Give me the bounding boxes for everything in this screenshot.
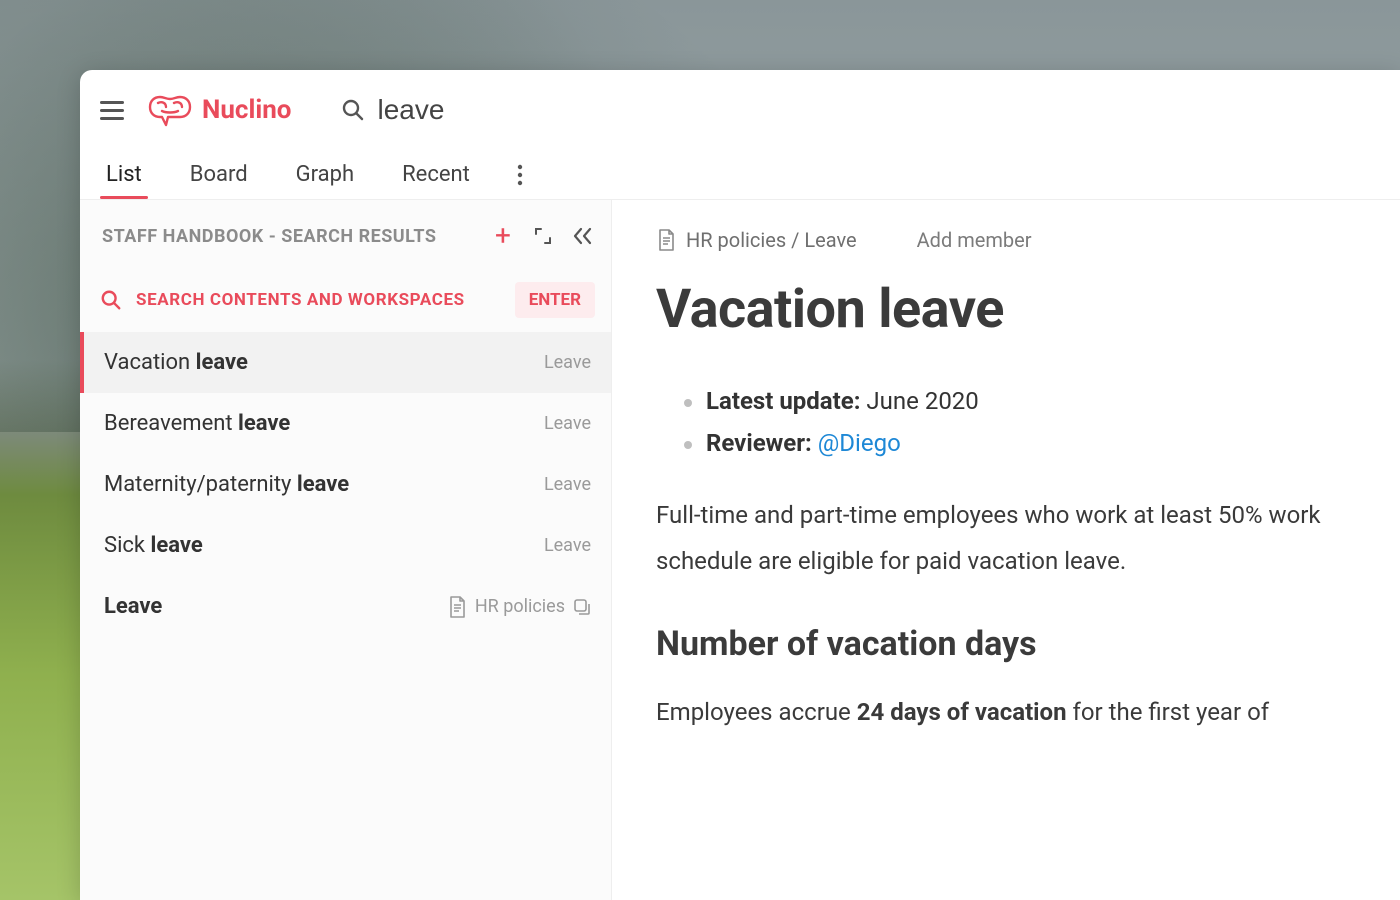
search-result-item[interactable]: Vacation leave Leave xyxy=(80,332,611,393)
topbar: Nuclino xyxy=(80,70,1400,150)
collapse-sidebar-icon[interactable] xyxy=(571,224,595,248)
document-header-row: HR policies / Leave Add member xyxy=(656,228,1400,252)
document-icon xyxy=(447,596,467,618)
user-mention[interactable]: @Diego xyxy=(818,429,901,457)
result-category: Leave xyxy=(544,474,591,495)
search-icon[interactable] xyxy=(341,98,365,122)
search-result-item[interactable]: Leave HR policies xyxy=(80,576,611,637)
search-result-item[interactable]: Sick leave Leave xyxy=(80,515,611,576)
result-title: Leave xyxy=(104,594,447,619)
tab-graph[interactable]: Graph xyxy=(294,152,356,197)
tab-recent[interactable]: Recent xyxy=(400,152,472,197)
view-tabs: List Board Graph Recent xyxy=(80,150,1400,200)
result-title: Bereavement leave xyxy=(104,411,544,436)
hamburger-menu-icon[interactable] xyxy=(100,96,128,124)
tab-board[interactable]: Board xyxy=(188,152,250,197)
section-heading: Number of vacation days xyxy=(656,624,1400,664)
search-icon xyxy=(100,289,122,311)
brand-name: Nuclino xyxy=(202,95,291,125)
page-title: Vacation leave xyxy=(656,278,1400,341)
search-input[interactable] xyxy=(377,94,677,126)
meta-latest-update: Latest update: June 2020 xyxy=(684,387,1400,415)
brand-logo-link[interactable]: Nuclino xyxy=(148,93,291,127)
document-icon xyxy=(656,229,676,251)
app-window: Nuclino List Board Graph Recent STAFF HA… xyxy=(80,70,1400,900)
add-item-button[interactable]: + xyxy=(491,222,515,250)
result-category: HR policies xyxy=(447,596,591,618)
search-result-item[interactable]: Bereavement leave Leave xyxy=(80,393,611,454)
breadcrumb[interactable]: HR policies / Leave xyxy=(656,228,857,252)
search-all-label: SEARCH CONTENTS AND WORKSPACES xyxy=(136,290,501,310)
sidebar-header: STAFF HANDBOOK - SEARCH RESULTS + xyxy=(80,200,611,268)
document-meta-list: Latest update: June 2020 Reviewer: @Dieg… xyxy=(684,387,1400,457)
collection-icon xyxy=(573,598,591,616)
result-category: Leave xyxy=(544,535,591,556)
result-category: Leave xyxy=(544,413,591,434)
document-content: HR policies / Leave Add member Vacation … xyxy=(612,200,1400,900)
result-title: Vacation leave xyxy=(104,350,544,375)
result-title: Maternity/paternity leave xyxy=(104,472,544,497)
search-all-workspaces-button[interactable]: SEARCH CONTENTS AND WORKSPACES ENTER xyxy=(80,268,611,332)
meta-reviewer: Reviewer: @Diego xyxy=(684,429,1400,457)
tabs-more-icon[interactable] xyxy=(516,163,524,187)
search-sidebar: STAFF HANDBOOK - SEARCH RESULTS + SEARCH… xyxy=(80,200,612,900)
breadcrumb-text: HR policies / Leave xyxy=(686,228,857,252)
result-category: Leave xyxy=(544,352,591,373)
body-paragraph: Full-time and part-time employees who wo… xyxy=(656,493,1400,584)
tab-list[interactable]: List xyxy=(104,152,144,197)
body-paragraph: Employees accrue 24 days of vacation for… xyxy=(656,690,1400,736)
enter-key-pill: ENTER xyxy=(515,282,595,318)
search-container xyxy=(341,94,677,126)
search-result-item[interactable]: Maternity/paternity leave Leave xyxy=(80,454,611,515)
brain-logo-icon xyxy=(148,93,192,127)
sidebar-title: STAFF HANDBOOK - SEARCH RESULTS xyxy=(102,226,475,247)
result-title: Sick leave xyxy=(104,533,544,558)
expand-icon[interactable] xyxy=(531,224,555,248)
main-body: STAFF HANDBOOK - SEARCH RESULTS + SEARCH… xyxy=(80,200,1400,900)
add-member-button[interactable]: Add member xyxy=(917,228,1032,252)
